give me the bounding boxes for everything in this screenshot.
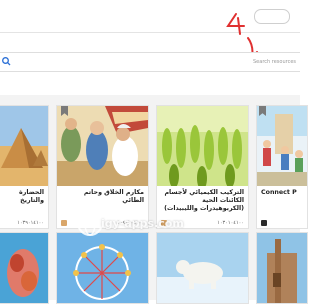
card-thumbnail [257,233,307,303]
resource-card-civilization[interactable]: الحضارة والتاريخ ١٠٣٩٠١٤١٠٠ [0,105,49,229]
watermark-text: igy-apps.com [101,217,184,230]
card-thumbnail [157,233,248,303]
card-title[interactable]: الحضارة والتاريخ [3,189,44,205]
card-thumbnail [0,106,48,186]
card-thumbnail [157,106,248,186]
resource-card-polar-bear[interactable] [156,232,249,304]
search-icon[interactable] [1,56,12,67]
card-stats [261,220,267,227]
card-thumbnail [57,233,148,303]
watermark: igy-apps.com [75,208,185,238]
card-meta: ١٠٣٩٠١٤١٠٠ [3,219,44,228]
badge-icon [61,220,67,226]
card-meta [261,219,303,228]
resource-card-connect[interactable]: Connect P [256,105,308,229]
card-thumbnail [0,233,48,303]
card-thumbnail [257,106,307,186]
card-code: ١٠٣٩٠١٤١٠٠ [17,220,44,226]
badge-icon [261,220,267,226]
resource-card-ferris-wheel[interactable] [56,232,149,304]
card-thumbnail [57,106,148,186]
card-title[interactable]: مكارم الخلاق وحاتم الطائي [61,189,144,205]
search-input[interactable] [14,54,296,69]
search-bar [0,52,300,72]
resource-card-anatomy[interactable] [0,232,49,304]
card-stats [61,220,67,227]
card-title[interactable]: Connect P [261,189,303,197]
card-code: ١٠٣٠١٠٤١٠٠ [217,220,244,226]
resource-card-architecture[interactable] [256,232,308,304]
